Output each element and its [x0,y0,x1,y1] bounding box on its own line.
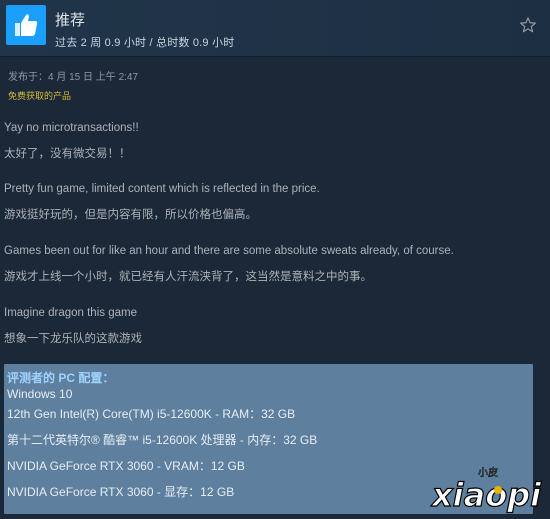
recommendation-title: 推荐 [55,12,86,29]
spec-line: Windows 10 [7,387,73,401]
spec-line: 12th Gen Intel(R) Core(TM) i5-12600K - R… [7,407,296,421]
star-icon[interactable] [519,16,537,34]
free-product-label: 免费获取的产品 [8,91,72,101]
xiaopi-watermark-logo: 小皮 xiaopi [429,462,548,515]
thumbs-up-icon-graphic [15,14,38,36]
posted-date: 发布于：4 月 15 日 上午 2:47 [8,72,139,83]
thumbs-up-icon [6,5,46,45]
review-line: 游戏挺好玩的，但是内容有限，所以价格也偏高。 [4,209,257,221]
review-line: 想象一下龙乐队的这款游戏 [4,333,142,345]
review-line: 游戏才上线一个小时，就已经有人汗流浃背了，这当然是意料之中的事。 [4,271,372,283]
review-line: Yay no microtransactions!! [4,122,139,134]
playtime-hours: 过去 2 周 0.9 小时 / 总时数 0.9 小时 [55,37,235,49]
spec-line: 第十二代英特尔® 酷睿™ i5-12600K 处理器 - 内存：32 GB [7,433,318,447]
specs-label: 评测者的 PC 配置： [7,371,115,385]
watermark-dot [494,486,502,494]
review-line: Pretty fun game, limited content which i… [4,183,320,195]
spec-line: NVIDIA GeForce RTX 3060 - VRAM：12 GB [7,459,245,473]
spec-line: NVIDIA GeForce RTX 3060 - 显存：12 GB [7,485,235,499]
review-line: Imagine dragon this game [4,307,137,319]
review-line: Games been out for like an hour and ther… [4,245,454,257]
review-line: 太好了，没有微交易！！ [4,148,131,160]
review-header: 推荐 过去 2 周 0.9 小时 / 总时数 0.9 小时 [0,0,550,57]
watermark-big-text: xiaopi [430,476,542,514]
